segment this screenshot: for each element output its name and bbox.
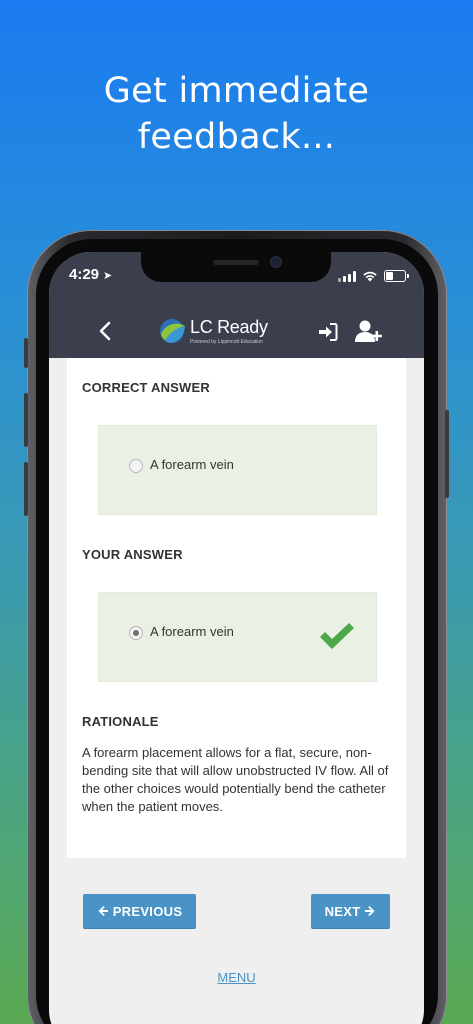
correct-answer-box: A forearm vein [98,425,377,515]
your-answer-box: A forearm vein [98,592,377,682]
correct-answer-radio [129,459,143,473]
front-camera [271,257,281,267]
battery-icon [384,270,409,282]
status-bar: 4:29 ➤ [49,252,424,304]
app-screen: 4:29 ➤ LC Ready Powered by Lippincott Ed… [49,252,424,1024]
previous-button[interactable]: PREVIOUS [83,894,196,928]
previous-button-label: PREVIOUS [112,903,183,919]
promo-headline: Get immediate feedback... [0,68,473,160]
feedback-card: CORRECT ANSWER A forearm vein YOUR ANSWE… [67,358,406,858]
arrow-right-icon [365,906,375,916]
status-time-text: 4:29 [69,266,100,283]
lc-ready-logo: LC Ready Powered by Lippincott Education [159,314,319,350]
phone-speaker [213,260,259,265]
promo-headline-line2: feedback... [137,117,336,157]
correct-answer-label: CORRECT ANSWER [82,380,210,395]
system-icons [338,269,409,283]
next-button[interactable]: NEXT [311,894,390,928]
logo-mark-icon [160,319,185,343]
phone-power-button [445,410,449,498]
logo-subtext: Powered by Lippincott Education [190,339,263,345]
menu-link[interactable]: MENU [49,970,424,985]
rationale-label: RATIONALE [82,714,159,729]
phone-mute-switch [24,338,28,368]
wifi-icon [363,271,377,282]
back-chevron-icon[interactable] [91,316,121,346]
rationale-text: A forearm placement allows for a flat, s… [82,745,389,814]
your-answer-text: A forearm vein [150,624,234,639]
add-user-icon[interactable] [355,319,383,343]
checkmark-icon [320,623,354,649]
location-arrow-icon: ➤ [103,270,113,282]
sign-in-icon[interactable] [317,321,339,343]
phone-notch [141,252,331,282]
your-answer-radio [129,626,143,640]
phone-volume-up [24,393,28,447]
status-time: 4:29 ➤ [69,266,112,283]
logo-text: LC Ready [190,317,268,337]
phone-volume-down [24,462,28,516]
app-navbar: LC Ready Powered by Lippincott Education [49,304,424,358]
cellular-signal-icon [338,270,356,282]
promo-headline-line1: Get immediate [103,71,370,111]
correct-answer-text: A forearm vein [150,457,234,472]
your-answer-label: YOUR ANSWER [82,547,183,562]
next-button-label: NEXT [324,903,361,919]
arrow-left-icon [98,906,108,916]
